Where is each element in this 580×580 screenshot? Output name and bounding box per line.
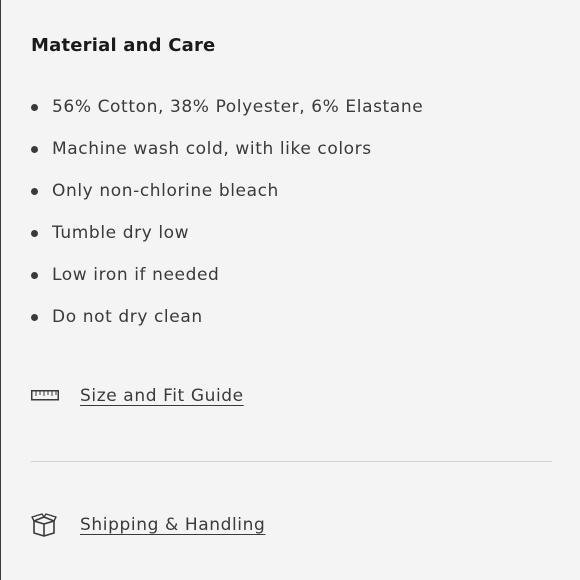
- shipping-handling-label[interactable]: Shipping & Handling: [80, 514, 265, 536]
- bullet-icon: [31, 188, 38, 195]
- size-fit-guide-label[interactable]: Size and Fit Guide: [80, 385, 244, 407]
- care-item-text: Do not dry clean: [52, 307, 203, 327]
- care-list: 56% Cotton, 38% Polyester, 6% Elastane M…: [31, 96, 423, 348]
- divider: [31, 461, 552, 462]
- care-item-text: Tumble dry low: [52, 223, 190, 243]
- list-item: 56% Cotton, 38% Polyester, 6% Elastane: [31, 96, 423, 138]
- ruler-icon: [31, 384, 59, 408]
- care-item-text: Machine wash cold, with like colors: [52, 139, 372, 159]
- product-details-panel: Material and Care 56% Cotton, 38% Polyes…: [0, 0, 579, 580]
- list-item: Tumble dry low: [31, 222, 423, 264]
- bullet-icon: [31, 104, 38, 111]
- list-item: Machine wash cold, with like colors: [31, 138, 423, 180]
- care-item-text: Low iron if needed: [52, 265, 220, 285]
- bullet-icon: [31, 272, 38, 279]
- size-fit-guide-link[interactable]: Size and Fit Guide: [31, 384, 244, 408]
- care-item-text: Only non-chlorine bleach: [52, 181, 279, 201]
- material-care-heading: Material and Care: [31, 35, 216, 56]
- list-item: Do not dry clean: [31, 306, 423, 348]
- box-icon: [31, 513, 59, 537]
- bullet-icon: [31, 314, 38, 321]
- care-item-text: 56% Cotton, 38% Polyester, 6% Elastane: [52, 97, 424, 117]
- list-item: Low iron if needed: [31, 264, 423, 306]
- bullet-icon: [31, 146, 38, 153]
- bullet-icon: [31, 230, 38, 237]
- shipping-handling-link[interactable]: Shipping & Handling: [31, 513, 265, 537]
- list-item: Only non-chlorine bleach: [31, 180, 423, 222]
